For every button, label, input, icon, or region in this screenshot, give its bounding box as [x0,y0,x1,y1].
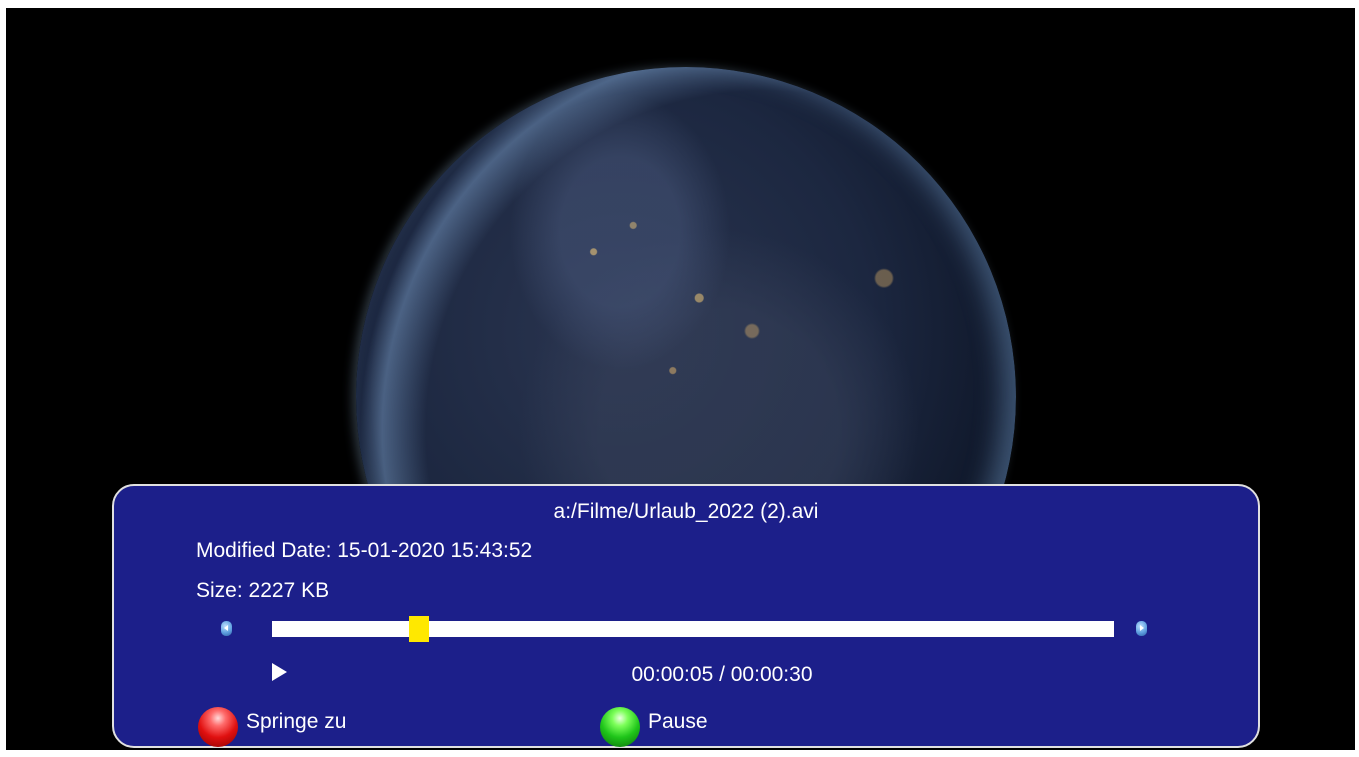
file-size-text: Size: 2227 KB [196,579,330,602]
time-display: 00:00:05 / 00:00:30 [631,663,813,686]
red-button-icon [198,707,238,747]
modified-date-text: Modified Date: 15-01-2020 15:43:52 [196,539,533,562]
green-button-icon [600,707,640,747]
red-key-label: Springe zu [246,710,347,733]
video-screen: a:/Filme/Urlaub_2022 (2).avi Modified Da… [6,8,1355,750]
progress-thumb[interactable] [409,616,430,642]
progress-bar[interactable] [272,616,1114,642]
rewind-arrow-icon[interactable] [221,621,232,636]
media-info-panel: a:/Filme/Urlaub_2022 (2).avi Modified Da… [112,484,1260,748]
green-key-label: Pause [648,710,708,733]
file-path-title: a:/Filme/Urlaub_2022 (2).avi [553,500,819,523]
forward-arrow-icon[interactable] [1136,621,1147,636]
